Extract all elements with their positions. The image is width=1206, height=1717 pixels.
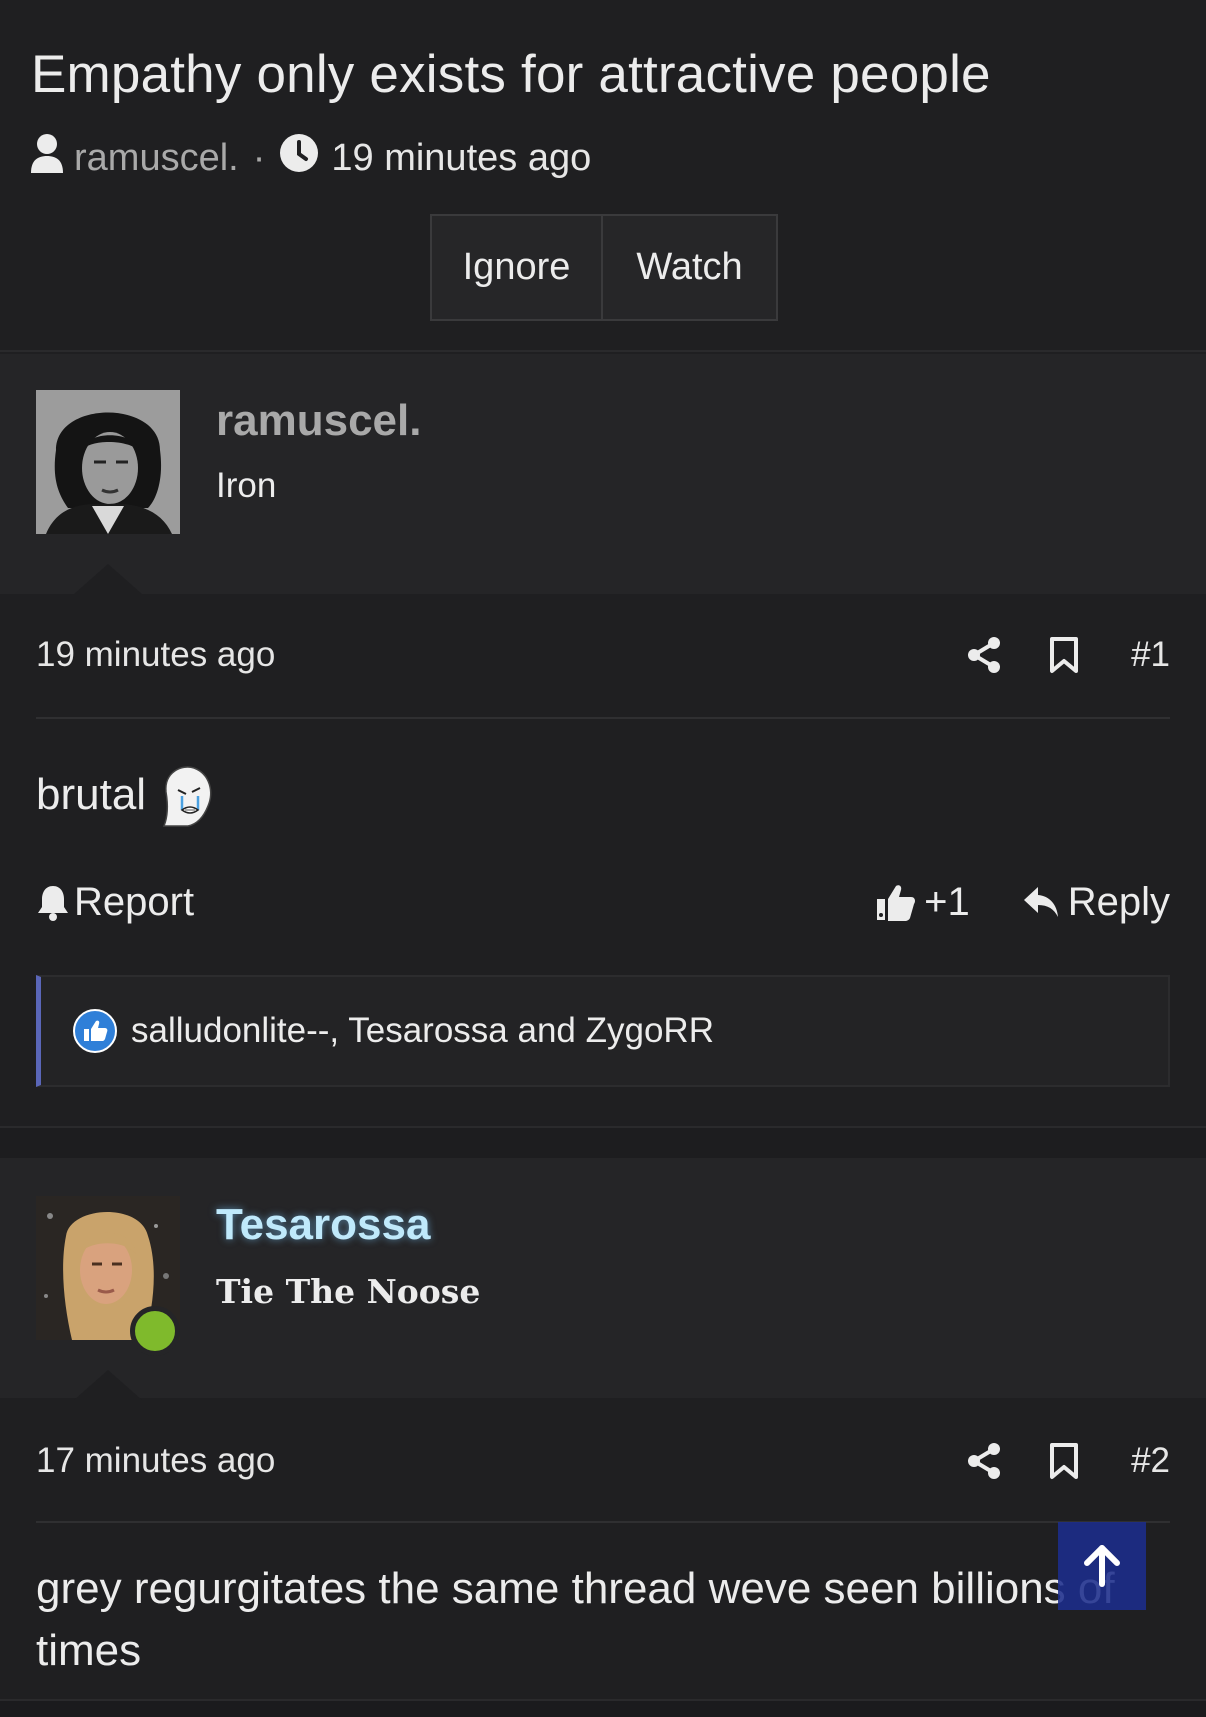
user-icon bbox=[30, 133, 64, 183]
meta-separator: · bbox=[252, 136, 266, 179]
arrow-up-icon bbox=[1082, 1544, 1122, 1588]
thread-action-buttons: Ignore Watch bbox=[430, 214, 778, 321]
like-button[interactable]: +1 bbox=[876, 880, 970, 925]
post-author-title: Tie The Noose bbox=[216, 1272, 481, 1311]
post-meta: 17 minutes ago #2 bbox=[36, 1431, 1170, 1491]
post-2-body: 17 minutes ago #2 grey regurgitates the … bbox=[0, 1400, 1206, 1717]
thread-meta: ramuscel. · 19 minutes ago bbox=[30, 130, 591, 186]
post-author-username[interactable]: ramuscel. bbox=[216, 396, 421, 446]
clock-icon bbox=[279, 133, 319, 183]
message-pointer bbox=[74, 1370, 142, 1400]
post-author-title: Iron bbox=[216, 466, 277, 505]
avatar[interactable] bbox=[36, 1196, 180, 1356]
post-1-user-header: ramuscel. Iron bbox=[0, 354, 1206, 594]
divider bbox=[36, 1521, 1170, 1523]
divider bbox=[36, 717, 1170, 719]
thumbs-up-icon bbox=[876, 882, 916, 922]
scroll-to-top-button[interactable] bbox=[1058, 1522, 1146, 1610]
thread-title: Empathy only exists for attractive peopl… bbox=[31, 45, 991, 104]
ignore-button[interactable]: Ignore bbox=[430, 214, 603, 321]
bell-icon bbox=[36, 883, 70, 921]
post-2-user-header: Tesarossa Tie The Noose bbox=[0, 1158, 1206, 1400]
thread-author-link[interactable]: ramuscel. bbox=[74, 137, 239, 180]
like-reaction-icon bbox=[73, 1009, 117, 1053]
post-meta: 19 minutes ago #1 bbox=[36, 625, 1170, 685]
reply-label: Reply bbox=[1067, 879, 1170, 924]
watch-button[interactable]: Watch bbox=[603, 214, 778, 321]
share-icon[interactable] bbox=[959, 1436, 1009, 1486]
post-message-text: grey regurgitates the same thread weve s… bbox=[36, 1564, 1115, 1675]
reply-arrow-icon bbox=[1022, 885, 1060, 919]
message-pointer bbox=[74, 564, 142, 594]
post-footer-edge bbox=[0, 1699, 1206, 1717]
bookmark-icon[interactable] bbox=[1039, 1436, 1089, 1486]
reply-button[interactable]: Reply bbox=[1022, 880, 1170, 925]
post-actions bbox=[36, 796, 1170, 856]
post-number-link[interactable]: #1 bbox=[1131, 635, 1170, 675]
post-time[interactable]: 19 minutes ago bbox=[36, 635, 275, 675]
thread-header: Empathy only exists for attractive peopl… bbox=[0, 0, 1206, 352]
post-time[interactable]: 17 minutes ago bbox=[36, 1441, 275, 1481]
avatar[interactable] bbox=[36, 390, 180, 534]
post-separator bbox=[0, 1126, 1206, 1158]
bookmark-icon[interactable] bbox=[1039, 630, 1089, 680]
reactions-bar[interactable]: salludonlite--, Tesarossa and ZygoRR bbox=[36, 975, 1170, 1087]
reactions-users[interactable]: salludonlite--, Tesarossa and ZygoRR bbox=[131, 1011, 714, 1051]
online-status-indicator bbox=[130, 1306, 180, 1356]
share-icon[interactable] bbox=[959, 630, 1009, 680]
post-author-username[interactable]: Tesarossa bbox=[216, 1200, 430, 1250]
thread-time[interactable]: 19 minutes ago bbox=[331, 137, 591, 180]
report-button[interactable]: Report bbox=[36, 880, 194, 925]
post-1-actions: Report +1 Reply bbox=[36, 872, 1170, 932]
post-number-link[interactable]: #2 bbox=[1131, 1441, 1170, 1481]
report-label: Report bbox=[74, 879, 195, 924]
like-count: +1 bbox=[924, 879, 970, 924]
